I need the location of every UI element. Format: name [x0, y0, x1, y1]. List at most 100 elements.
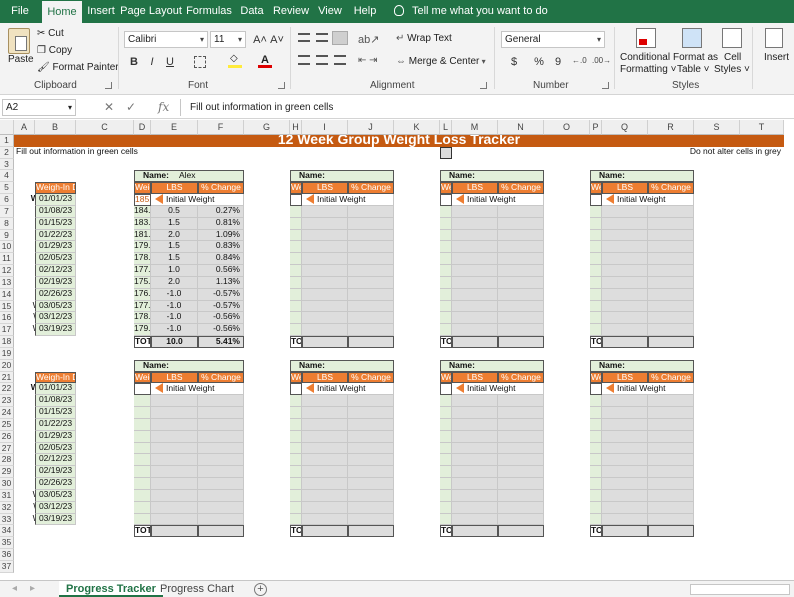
weight-input[interactable] — [440, 241, 452, 254]
weight-input[interactable] — [440, 466, 452, 479]
enter-icon[interactable]: ✓ — [126, 99, 136, 116]
row-header[interactable]: 18 — [0, 336, 14, 348]
indent-icon[interactable]: ⇤ ⇥ — [358, 55, 378, 66]
conditional-formatting-button[interactable]: Conditional — [620, 52, 670, 63]
tab-page-layout[interactable]: Page Layout — [120, 0, 182, 23]
weight-input[interactable] — [440, 253, 452, 266]
weight-input[interactable] — [590, 253, 602, 266]
weight-input[interactable] — [290, 501, 302, 514]
weight-input[interactable] — [134, 489, 151, 502]
weight-input[interactable] — [290, 466, 302, 479]
row-header[interactable]: 4 — [0, 170, 14, 183]
weight-input[interactable] — [440, 407, 452, 419]
column-header[interactable]: J — [348, 120, 394, 135]
column-header[interactable]: B — [35, 120, 76, 135]
weight-input[interactable]: 181.0 — [134, 229, 151, 242]
column-header[interactable]: A — [14, 120, 35, 135]
weight-input[interactable] — [590, 489, 602, 502]
weight-input[interactable] — [590, 383, 602, 396]
increase-decimal-icon[interactable]: ←.0 — [572, 56, 587, 65]
weight-input[interactable]: 184.5 — [134, 205, 151, 218]
tab-home[interactable]: Home — [42, 1, 82, 24]
weight-input[interactable] — [440, 430, 452, 443]
column-header[interactable]: G — [244, 120, 290, 135]
row-header[interactable]: 36 — [0, 549, 14, 561]
weight-input[interactable] — [440, 478, 452, 490]
name-box[interactable]: A2 ▾ — [2, 99, 76, 116]
row-header[interactable]: 21 — [0, 371, 14, 384]
column-header[interactable]: K — [394, 120, 440, 135]
weight-input[interactable] — [290, 442, 302, 455]
weight-input[interactable] — [290, 430, 302, 443]
weight-input[interactable] — [590, 501, 602, 514]
bold-button[interactable]: B — [126, 54, 142, 70]
row-header[interactable]: 35 — [0, 537, 14, 550]
weight-input[interactable]: 177.0 — [134, 300, 151, 313]
weigh-in-date[interactable]: 01/29/23 — [35, 430, 76, 443]
horizontal-scrollbar[interactable] — [690, 584, 790, 595]
weight-input[interactable]: 175.0 — [134, 276, 151, 289]
weight-input[interactable] — [290, 407, 302, 419]
weight-input[interactable] — [590, 217, 602, 230]
weight-input[interactable] — [590, 430, 602, 443]
paste-button[interactable]: Paste — [8, 54, 34, 65]
insert-cells-button[interactable]: Insert — [764, 52, 789, 63]
weight-input[interactable] — [134, 442, 151, 455]
column-header[interactable]: F — [198, 120, 244, 135]
paste-icon[interactable] — [8, 28, 30, 54]
weight-input[interactable] — [440, 288, 452, 301]
weight-input[interactable] — [440, 395, 452, 408]
select-all-corner[interactable] — [0, 120, 14, 135]
weigh-in-date[interactable]: 02/19/23 — [35, 276, 76, 289]
copy-button[interactable]: ❐ Copy — [37, 45, 72, 56]
percent-button[interactable]: % — [531, 54, 547, 70]
conditional-formatting-button-2[interactable]: Formatting ˅ — [620, 64, 676, 75]
column-header[interactable]: I — [302, 120, 348, 135]
cancel-icon[interactable]: ✕ — [104, 99, 114, 116]
weight-input[interactable]: 183.0 — [134, 217, 151, 230]
column-header[interactable]: D — [134, 120, 151, 135]
tab-data[interactable]: Data — [236, 0, 268, 23]
row-header[interactable]: 2 — [0, 146, 14, 159]
weight-input[interactable] — [590, 454, 602, 467]
weight-input[interactable] — [290, 194, 302, 206]
weight-input[interactable] — [290, 300, 302, 313]
number-launcher-icon[interactable] — [602, 82, 609, 89]
align-middle-icon[interactable] — [316, 33, 328, 42]
column-header[interactable]: C — [76, 120, 134, 135]
weight-input[interactable] — [590, 300, 602, 313]
weight-input[interactable] — [590, 288, 602, 301]
tell-me-search[interactable]: Tell me what you want to do — [394, 0, 548, 23]
weight-input[interactable] — [290, 478, 302, 490]
weight-input[interactable]: 179.5 — [134, 241, 151, 254]
row-header[interactable]: 5 — [0, 182, 14, 195]
clipboard-launcher-icon[interactable] — [105, 82, 112, 89]
wrap-text-button[interactable]: ↵ Wrap Text — [396, 33, 452, 44]
column-header[interactable]: Q — [602, 120, 648, 135]
add-sheet-button[interactable]: + — [254, 583, 267, 596]
column-header[interactable]: S — [694, 120, 740, 135]
tab-formulas[interactable]: Formulas — [184, 0, 234, 23]
weight-input[interactable] — [440, 442, 452, 455]
weigh-in-date[interactable]: 03/05/23 — [35, 489, 76, 502]
weight-input[interactable] — [134, 383, 151, 396]
underline-button[interactable]: U — [162, 54, 178, 70]
alignment-launcher-icon[interactable] — [480, 82, 487, 89]
column-header[interactable]: H — [290, 120, 302, 135]
font-color-icon[interactable]: A — [258, 54, 272, 68]
cell-styles-button-2[interactable]: Styles ˅ — [714, 64, 750, 75]
weight-input[interactable] — [590, 395, 602, 408]
weight-input[interactable] — [290, 418, 302, 431]
weight-input[interactable] — [590, 194, 602, 206]
weight-input[interactable] — [290, 288, 302, 301]
weight-input[interactable] — [590, 478, 602, 490]
weight-input[interactable] — [440, 501, 452, 514]
row-header[interactable]: 34 — [0, 525, 14, 538]
weight-input[interactable] — [440, 312, 452, 325]
weight-input[interactable] — [290, 253, 302, 266]
weight-input[interactable] — [590, 324, 602, 337]
italic-button[interactable]: I — [144, 54, 160, 70]
weight-input[interactable] — [134, 501, 151, 514]
tab-file[interactable]: File — [0, 0, 40, 23]
tab-help[interactable]: Help — [348, 0, 382, 23]
